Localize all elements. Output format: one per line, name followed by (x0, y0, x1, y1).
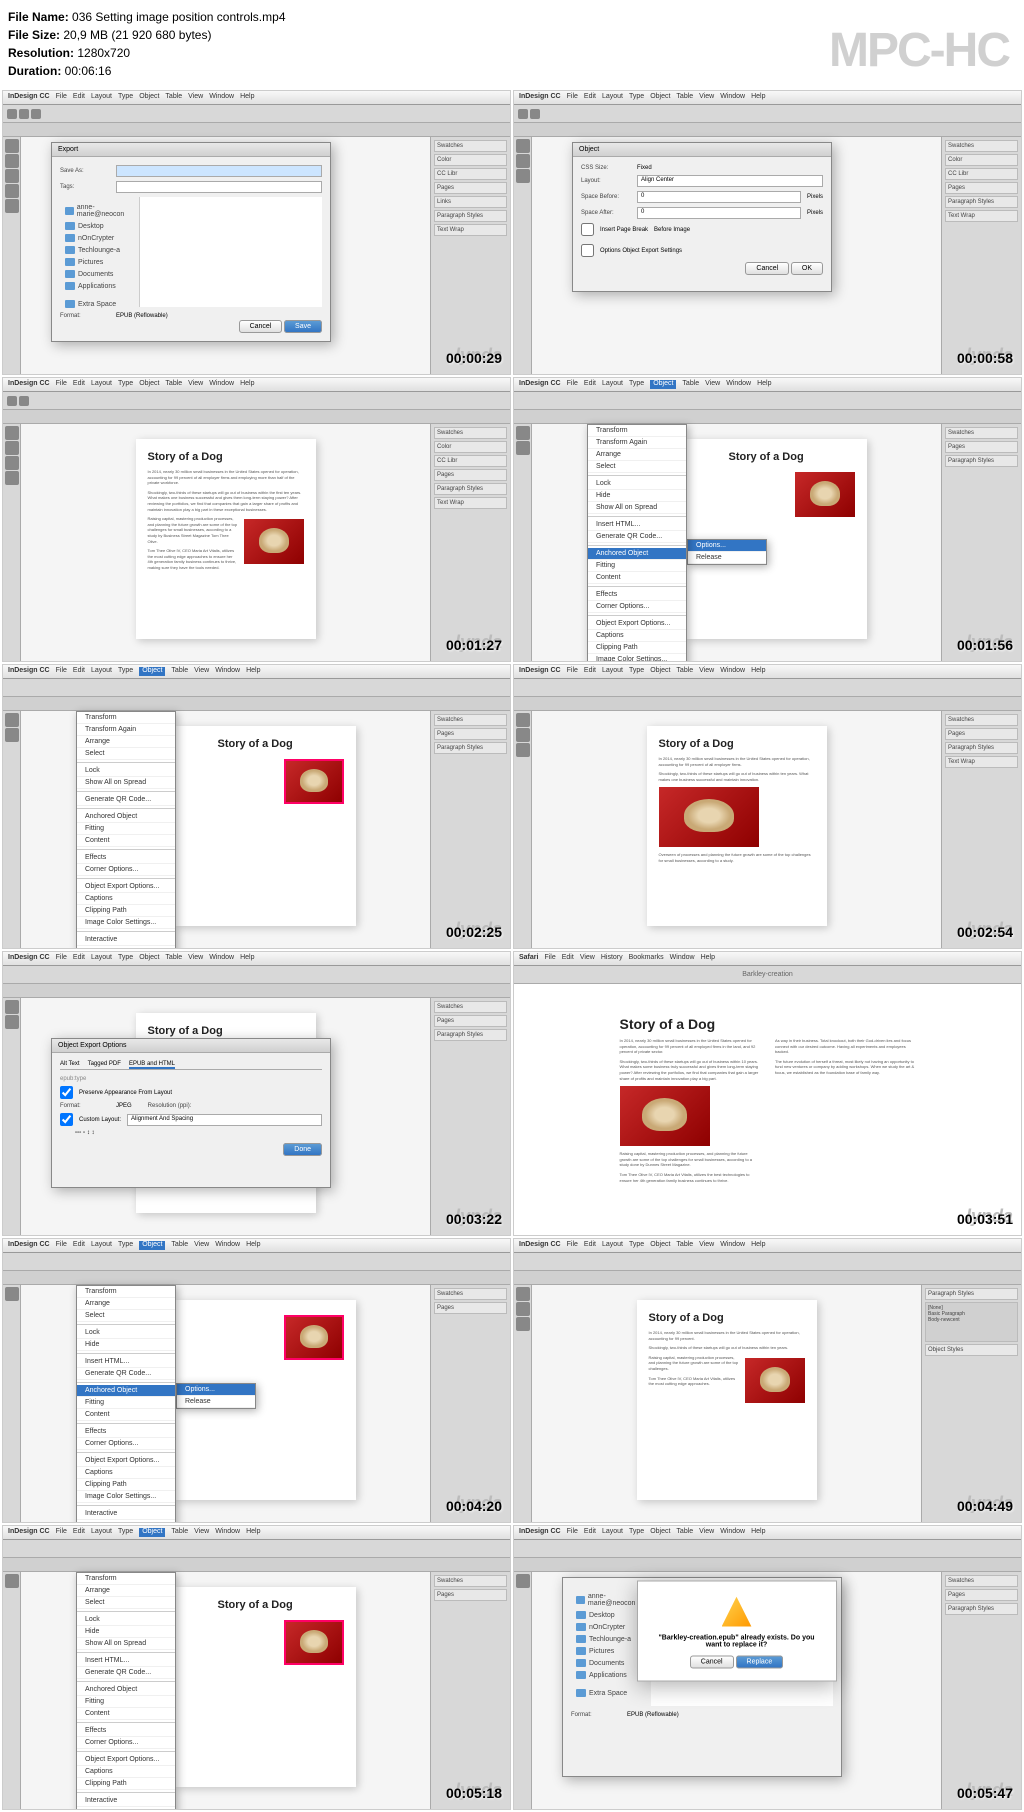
save-as-input[interactable] (116, 165, 322, 177)
object-menu[interactable]: Transform Transform Again Arrange Select… (76, 711, 176, 949)
thumbnail-8: SafariFileEditViewHistoryBookmarksWindow… (513, 951, 1022, 1236)
object-dialog: Object CSS Size:Fixed Layout:Align Cente… (572, 142, 832, 292)
thumbnail-7: InDesign CCFileEditLayoutTypeObjectTable… (2, 951, 511, 1236)
thumbnail-3: InDesign CCFileEditLayoutTypeObjectTable… (2, 377, 511, 662)
export-dialog: Export Save As: Tags: anne-marie@neocon … (51, 142, 331, 342)
replace-alert: "Barkley-creation.epub" already exists. … (637, 1581, 837, 1682)
object-menu[interactable]: Transform Transform Again Arrange Select… (587, 424, 687, 662)
save-button[interactable]: Save (284, 320, 322, 333)
thumbnail-12: InDesign CCFileEditLayoutTypeObjectTable… (513, 1525, 1022, 1810)
done-button[interactable]: Done (283, 1143, 322, 1156)
tags-input[interactable] (116, 181, 322, 193)
thumbnail-grid: InDesign CCFileEditLayoutTypeObjectTable… (0, 88, 1024, 1812)
sidebar-folders: anne-marie@neocon Desktop nOnCrypter Tec… (60, 197, 140, 307)
thumbnail-6: InDesign CCFileEditLayoutTypeObjectTable… (513, 664, 1022, 949)
cancel-button[interactable]: Cancel (690, 1656, 734, 1669)
document-page[interactable]: Story of a Dog In 2014, nearly 30 millio… (136, 439, 316, 639)
cancel-button[interactable]: Cancel (239, 320, 283, 333)
thumbnail-9: InDesign CCFileEditLayoutTypeObjectTable… (2, 1238, 511, 1523)
cancel-button[interactable]: Cancel (745, 262, 789, 275)
thumbnail-4: InDesign CCFileEditLayoutTypeObjectTable… (513, 377, 1022, 662)
dog-image[interactable] (795, 472, 855, 517)
thumbnail-11: InDesign CCFileEditLayoutTypeObjectTable… (2, 1525, 511, 1810)
thumbnail-2: InDesign CCFileEditLayoutTypeObjectTable… (513, 90, 1022, 375)
dog-image[interactable] (244, 519, 304, 564)
ok-button[interactable]: OK (791, 262, 823, 275)
object-export-options-dialog: Object Export Options Alt Text Tagged PD… (51, 1038, 331, 1188)
thumbnail-10: InDesign CCFileEditLayoutTypeObjectTable… (513, 1238, 1022, 1523)
thumbnail-5: InDesign CCFileEditLayoutTypeObjectTable… (2, 664, 511, 949)
warning-icon (722, 1597, 752, 1627)
replace-button[interactable]: Replace (736, 1656, 784, 1669)
file-info-header: File Name: 036 Setting image position co… (0, 0, 1024, 88)
thumbnail-1: InDesign CCFileEditLayoutTypeObjectTable… (2, 90, 511, 375)
anchored-submenu[interactable]: Options... Release (687, 539, 767, 565)
mpc-logo: MPC-HC (829, 15, 1009, 87)
